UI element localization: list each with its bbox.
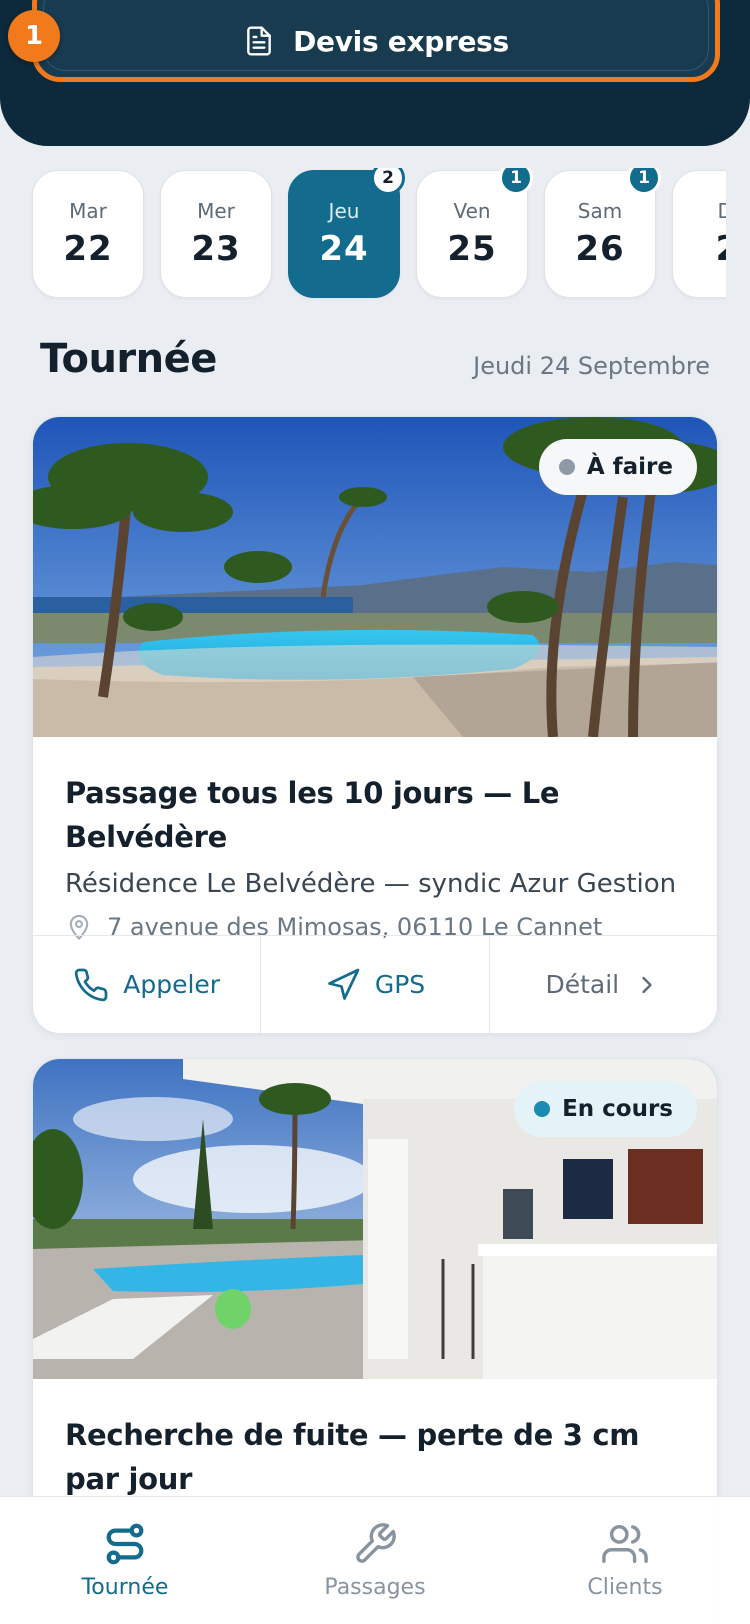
call-label: Appeler <box>123 970 221 999</box>
card-body: Recherche de fuite — perte de 3 cm par j… <box>33 1379 717 1501</box>
day-count-badge: 2 <box>371 168 405 195</box>
nav-item-tournee[interactable]: Tournée <box>0 1497 250 1624</box>
card-body: Passage tous les 10 jours — Le Belvédère… <box>33 737 717 941</box>
day-number: 24 <box>319 229 369 269</box>
status-badge: En cours <box>514 1081 697 1137</box>
card-title: Passage tous les 10 jours — Le Belvédère <box>65 776 560 854</box>
day-tab-dim[interactable]: Di 2 <box>672 170 726 298</box>
tour-card[interactable]: À faire Passage tous les 10 jours — Le B… <box>32 416 718 1034</box>
day-name: Mer <box>197 199 235 223</box>
bottom-nav: Tournée Passages Clients <box>0 1496 750 1624</box>
app-header: Devis express 1 <box>0 0 750 146</box>
wrench-icon <box>356 1523 396 1563</box>
nav-label: Passages <box>324 1575 426 1600</box>
day-tab-sam[interactable]: Sam 26 1 <box>544 168 661 298</box>
day-tab-mer[interactable]: Mer 23 <box>160 170 272 298</box>
nav-item-passages[interactable]: Passages <box>250 1497 500 1624</box>
phone-icon <box>75 968 108 1001</box>
call-button[interactable]: Appeler <box>33 936 262 1033</box>
card-title: Recherche de fuite — perte de 3 cm par j… <box>65 1418 640 1496</box>
day-selector: Mar 22 Mer 23 Jeu 24 2 Ven 25 1 Sam 26 1… <box>0 168 726 300</box>
day-number: 22 <box>63 229 113 269</box>
card-actions: Appeler GPS Détail <box>33 935 717 1033</box>
navigation-icon <box>327 968 360 1000</box>
day-name: Ven <box>453 199 491 223</box>
status-label: En cours <box>562 1096 673 1122</box>
gps-label: GPS <box>374 970 426 999</box>
detail-label: Détail <box>545 970 620 999</box>
terrace-pool-photo: En cours <box>33 1059 717 1379</box>
day-name: Di <box>717 199 726 223</box>
status-dot <box>558 459 575 475</box>
chevron-right-icon <box>642 976 652 993</box>
day-name: Mar <box>69 199 107 223</box>
day-count-badge: 1 <box>499 168 533 195</box>
step-badge: 1 <box>8 10 60 62</box>
day-name: Sam <box>577 199 623 223</box>
day-number: 25 <box>447 229 497 269</box>
section-date: Jeudi 24 Septembre <box>473 352 710 380</box>
devis-express-label: Devis express <box>293 24 509 58</box>
pool-photo: À faire <box>33 417 717 737</box>
section-title: Tournée <box>40 336 217 382</box>
day-number: 26 <box>575 229 625 269</box>
route-icon <box>106 1523 144 1565</box>
day-tab-mar[interactable]: Mar 22 <box>32 170 144 298</box>
day-tab-ven[interactable]: Ven 25 1 <box>416 168 533 298</box>
nav-item-clients[interactable]: Clients <box>500 1497 750 1624</box>
users-icon <box>602 1525 648 1563</box>
day-number: 23 <box>191 229 241 269</box>
document-icon <box>247 26 271 56</box>
day-tab-jeu[interactable]: Jeu 24 2 <box>288 168 405 298</box>
day-name: Jeu <box>328 199 360 223</box>
day-number: 2 <box>716 229 726 269</box>
nav-label: Clients <box>587 1575 663 1600</box>
devis-express-button[interactable]: Devis express <box>32 0 720 82</box>
card-subtitle: Résidence Le Belvédère — syndic Azur Ges… <box>65 869 677 899</box>
status-badge: À faire <box>538 439 697 495</box>
status-label: À faire <box>586 454 673 480</box>
detail-button[interactable]: Détail <box>490 936 717 1033</box>
day-count-badge: 1 <box>627 168 661 195</box>
nav-label: Tournée <box>81 1575 169 1600</box>
status-dot <box>534 1101 551 1117</box>
gps-button[interactable]: GPS <box>261 936 490 1033</box>
